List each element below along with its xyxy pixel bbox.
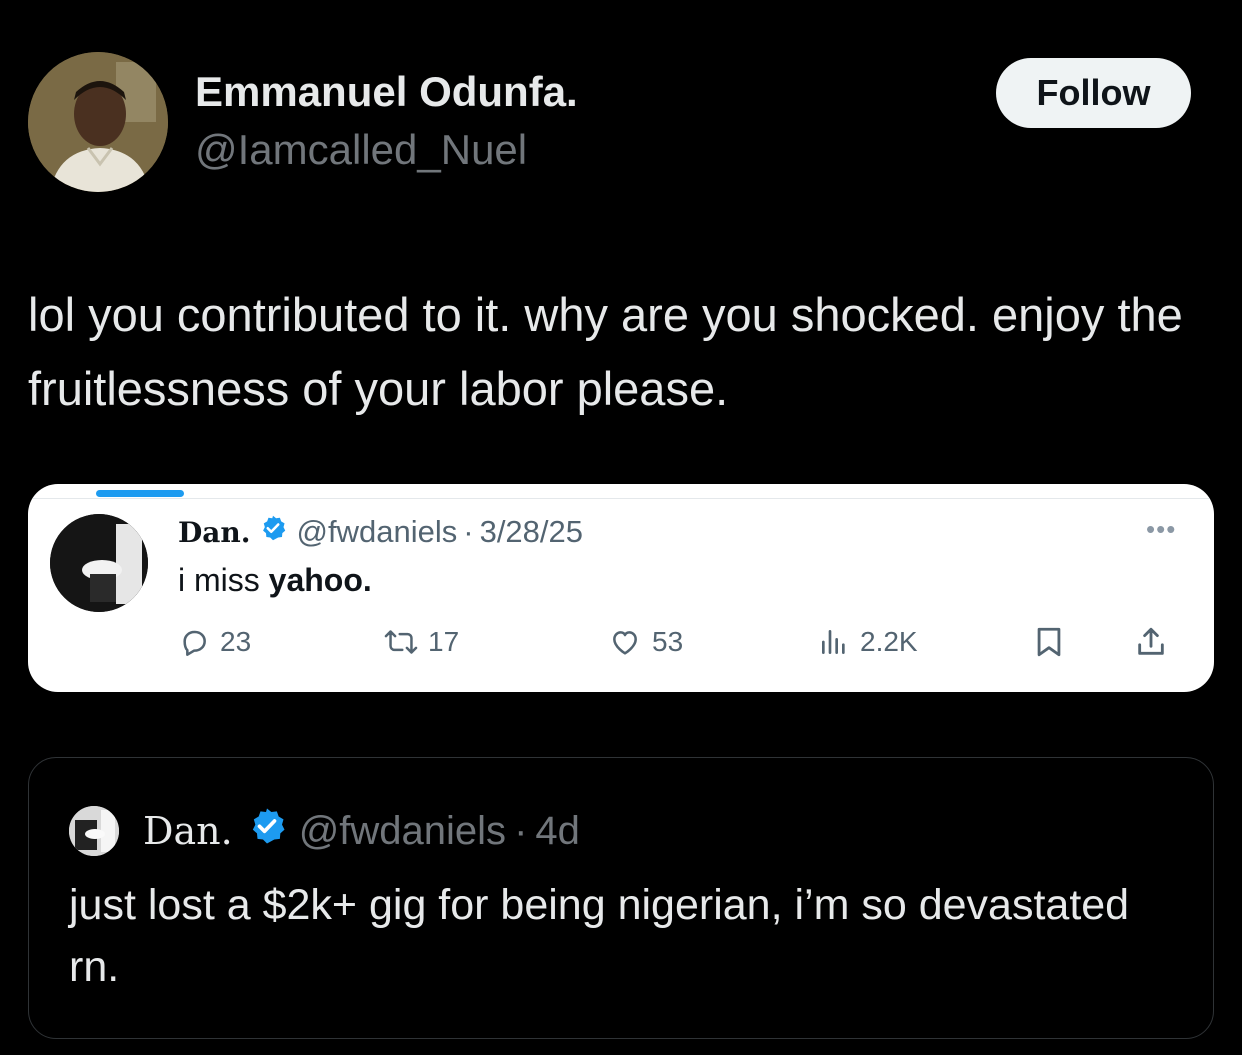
share-icon <box>1138 627 1164 655</box>
heart-icon <box>613 631 637 655</box>
card-header: Dan. @fwdaniels · 3/28/25 <box>178 512 583 552</box>
reply-action: 23 <box>178 622 251 662</box>
repost-action: 17 <box>384 622 459 662</box>
quoted-post[interactable]: Dan. @fwdaniels · 4d just lost a $2k+ gi… <box>28 757 1214 1039</box>
card-author-handle: @fwdaniels <box>296 514 458 549</box>
like-count: 53 <box>652 626 684 657</box>
views-chart-icon <box>822 630 845 654</box>
follow-button[interactable]: Follow <box>996 58 1191 128</box>
like-action: 53 <box>608 622 683 662</box>
views-count: 2.2K <box>860 626 918 657</box>
card-divider <box>28 498 1214 499</box>
card-date: 3/28/25 <box>479 514 584 549</box>
card-text-bold: yahoo. <box>268 562 372 598</box>
bookmark-action <box>1032 622 1066 662</box>
author-name[interactable]: Emmanuel Odunfa. <box>195 68 578 116</box>
embedded-screenshot-card[interactable]: Dan. @fwdaniels · 3/28/25 ••• i miss yah… <box>28 484 1214 692</box>
card-author-avatar <box>50 514 148 612</box>
card-author-name: Dan. <box>178 515 251 549</box>
quoted-author-handle: @fwdaniels <box>298 808 507 853</box>
post-text: lol you contributed to it. why are you s… <box>28 288 1183 415</box>
quoted-avatar-photo <box>69 806 119 856</box>
bookmark-icon <box>1037 627 1061 657</box>
views-action: 2.2K <box>818 622 918 662</box>
quoted-author-avatar <box>69 806 119 856</box>
author-photo <box>28 52 168 192</box>
quoted-post-text: just lost a $2k+ gig for being nigerian,… <box>69 881 1130 991</box>
card-text-prefix: i miss <box>178 562 269 598</box>
quoted-time: 4d <box>535 808 580 853</box>
tab-indicator <box>96 490 184 497</box>
author-avatar[interactable] <box>28 52 168 192</box>
repost-count: 17 <box>428 626 460 657</box>
card-separator: · <box>463 514 474 549</box>
more-options-icon: ••• <box>1146 514 1177 544</box>
repost-icon <box>384 630 418 654</box>
author-handle[interactable]: @Iamcalled_Nuel <box>195 126 527 174</box>
reply-count: 23 <box>220 626 252 657</box>
quoted-separator: · <box>514 808 528 853</box>
quoted-header: Dan. @fwdaniels · 4d <box>143 806 580 856</box>
card-avatar-photo <box>50 514 148 612</box>
share-action <box>1134 622 1168 662</box>
verified-badge-icon <box>247 806 287 856</box>
reply-icon <box>183 630 206 656</box>
card-post-text: i miss yahoo. <box>178 562 372 599</box>
quoted-author-name: Dan. <box>143 809 233 853</box>
verified-badge-icon <box>259 514 287 550</box>
